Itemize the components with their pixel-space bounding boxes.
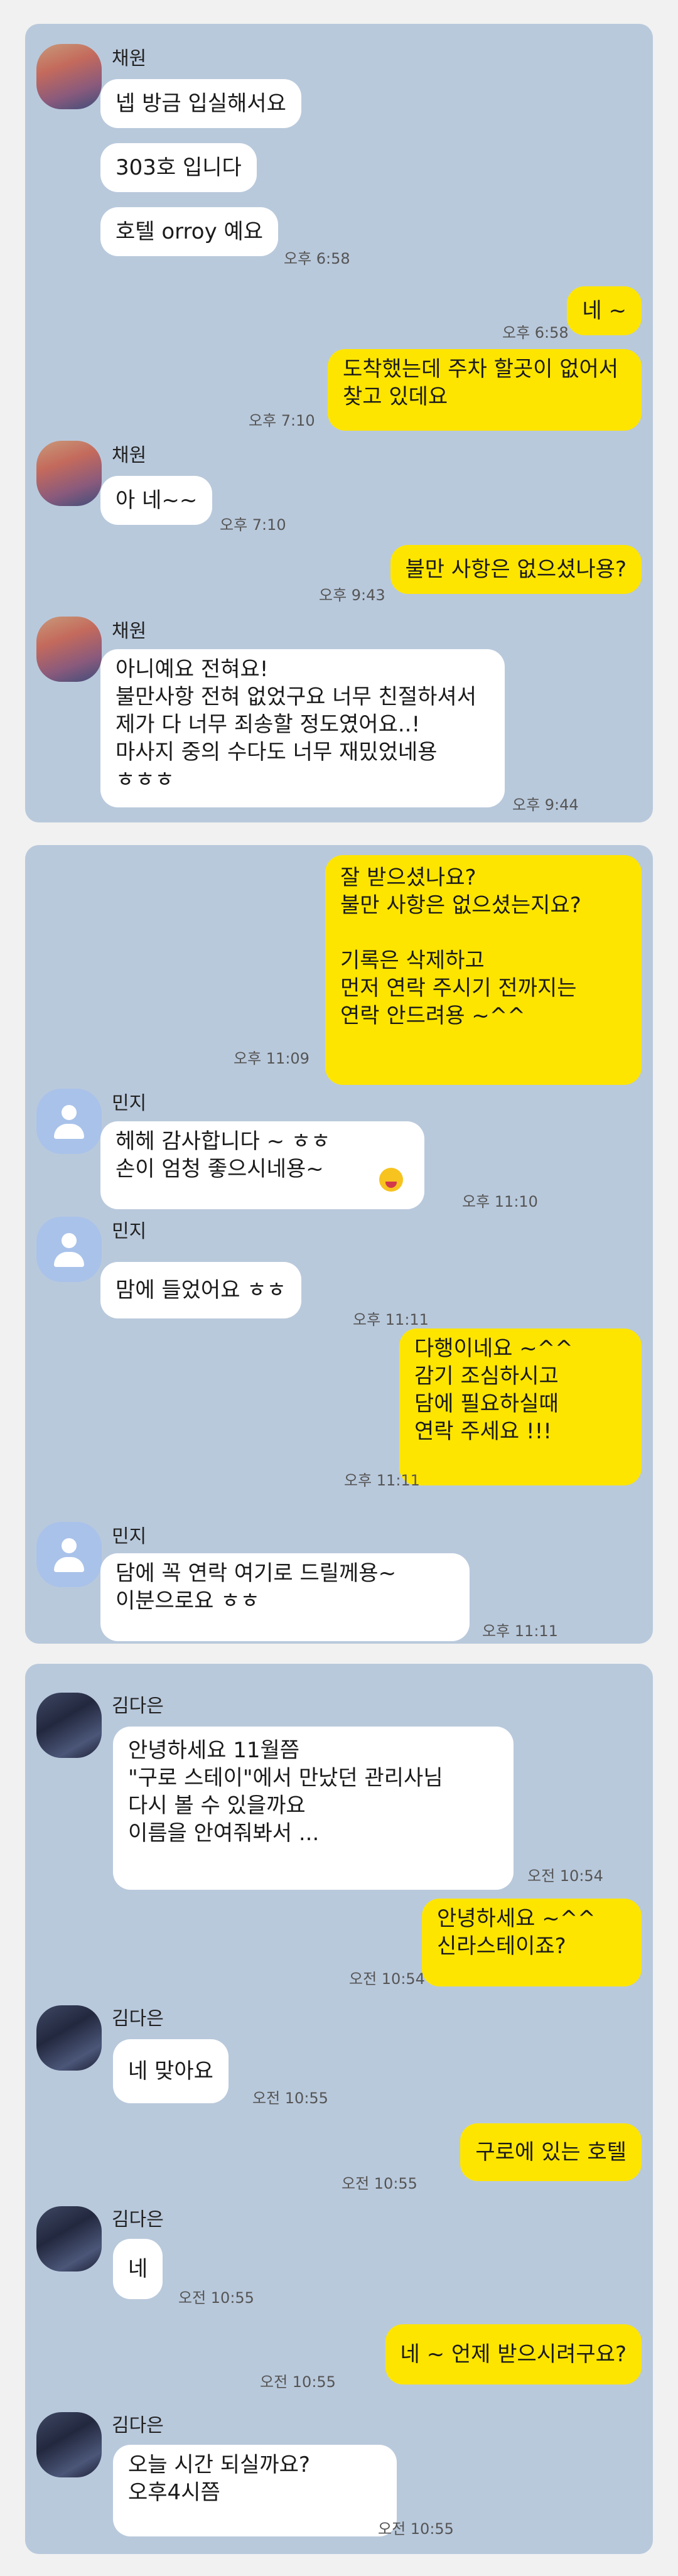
message-time: 오후 11:09 [234, 1050, 309, 1067]
message-bubble[interactable]: 헤헤 감사합니다 ~ ㅎㅎ 손이 엄청 좋으시네용~ [100, 1121, 424, 1209]
person-icon [62, 1233, 77, 1248]
message-time: 오전 10:54 [527, 1867, 603, 1885]
sender-name: 민지 [112, 1526, 147, 1548]
chat-panel-1: 채원 넵 방금 입실해서요 303호 입니다 호텔 orroy 예요 오후 6:… [25, 24, 653, 822]
message-bubble[interactable]: 호텔 orroy 예요 [100, 207, 279, 256]
person-icon [62, 1538, 77, 1553]
avatar[interactable] [36, 1522, 102, 1587]
message-time: 오후 11:10 [462, 1193, 538, 1210]
tongue-emoji-icon [379, 1168, 403, 1192]
sender-name: 김다은 [112, 2209, 164, 2231]
sender-name: 채원 [112, 445, 147, 466]
message-time: 오후 11:11 [482, 1622, 558, 1640]
message-time: 오전 10:55 [252, 2089, 328, 2107]
chat-panel-3: 김다은 안녕하세요 11월쯤 "구로 스테이"에서 만났던 관리사님 다시 볼 … [25, 1664, 653, 2554]
sender-name: 김다은 [112, 2008, 164, 2030]
avatar[interactable] [36, 2005, 102, 2071]
message-bubble[interactable]: 불만 사항은 없으셨나용? [390, 545, 642, 594]
sender-name: 민지 [112, 1221, 147, 1242]
avatar[interactable] [36, 617, 102, 682]
avatar[interactable] [36, 1217, 102, 1282]
message-bubble[interactable]: 안녕하세요 11월쯤 "구로 스테이"에서 만났던 관리사님 다시 볼 수 있을… [113, 1727, 514, 1890]
sender-name: 채원 [112, 620, 147, 642]
message-time: 오후 11:11 [353, 1311, 429, 1328]
message-bubble[interactable]: 303호 입니다 [100, 143, 257, 192]
message-time: 오후 11:11 [344, 1472, 420, 1489]
message-time: 오후 7:10 [249, 412, 315, 429]
message-bubble[interactable]: 구로에 있는 호텔 [460, 2123, 642, 2181]
message-bubble[interactable]: 담에 꼭 연락 여기로 드릴께용~ 이분으로요 ㅎㅎ [100, 1553, 470, 1641]
message-time: 오후 9:43 [319, 586, 385, 604]
sender-name: 김다은 [112, 2415, 164, 2437]
message-bubble[interactable]: 넵 방금 입실해서요 [100, 79, 301, 128]
message-bubble[interactable]: 안녕하세요 ~^^ 신라스테이죠? [422, 1899, 642, 1986]
chat-panel-2: 잘 받으셨나요? 불만 사항은 없으셨는지요? 기록은 삭제하고 먼저 연락 주… [25, 845, 653, 1644]
sender-name: 민지 [112, 1092, 147, 1114]
message-bubble[interactable]: 오늘 시간 되실까요? 오후4시쯤 [113, 2445, 397, 2536]
message-bubble[interactable]: 도착했는데 주차 할곳이 없어서 찾고 있데요 [328, 349, 642, 431]
message-time: 오후 9:44 [512, 796, 579, 814]
message-time: 오후 6:58 [284, 250, 350, 267]
message-bubble[interactable]: 네 ~ [567, 286, 642, 335]
message-time: 오전 10:54 [349, 1970, 425, 1988]
sender-name: 채원 [112, 48, 147, 70]
message-time: 오후 6:58 [502, 324, 569, 342]
message-time: 오전 10:55 [260, 2373, 336, 2391]
message-bubble[interactable]: 네 ~ 언제 받으시려구요? [385, 2324, 642, 2385]
avatar[interactable] [36, 1693, 102, 1758]
avatar[interactable] [36, 441, 102, 506]
message-bubble[interactable]: 맘에 들었어요 ㅎㅎ [100, 1262, 301, 1318]
message-bubble[interactable]: 잘 받으셨나요? 불만 사항은 없으셨는지요? 기록은 삭제하고 먼저 연락 주… [325, 855, 642, 1085]
person-icon [62, 1105, 77, 1120]
message-bubble[interactable]: 다행이네요 ~^^ 감기 조심하시고 담에 필요하실때 연락 주세요 !!! [399, 1328, 642, 1485]
message-bubble[interactable]: 아 네~~ [100, 476, 213, 525]
message-bubble[interactable]: 아니예요 전혀요! 불만사항 전혀 없었구요 너무 친절하셔서 제가 다 너무 … [100, 649, 505, 807]
sender-name: 김다은 [112, 1695, 164, 1717]
message-time: 오후 7:10 [220, 516, 286, 534]
message-bubble[interactable]: 네 [113, 2239, 163, 2299]
message-time: 오전 10:55 [178, 2289, 254, 2307]
avatar[interactable] [36, 1089, 102, 1154]
message-text: 헤헤 감사합니다 ~ ㅎㅎ 손이 엄청 좋으시네용~ [116, 1129, 331, 1182]
avatar[interactable] [36, 2206, 102, 2272]
message-time: 오전 10:55 [342, 2175, 417, 2192]
avatar[interactable] [36, 2412, 102, 2477]
avatar[interactable] [36, 44, 102, 109]
message-time: 오전 10:55 [378, 2520, 454, 2538]
message-bubble[interactable]: 네 맞아요 [113, 2039, 229, 2103]
